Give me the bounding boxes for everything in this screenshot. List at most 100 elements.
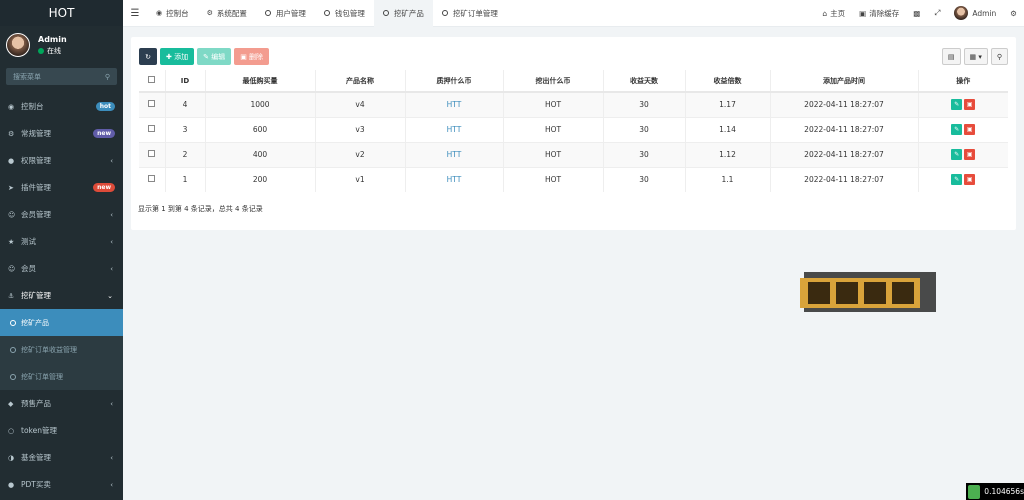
cell-multiplier: 1.1 (684, 166, 770, 192)
app-logo[interactable]: HOT (0, 0, 123, 26)
circle-icon (10, 373, 16, 380)
col-id[interactable]: ID (164, 70, 205, 93)
cell-product-name: v1 (314, 166, 405, 192)
chevron-left-icon: ‹ (110, 399, 113, 408)
col-multiplier[interactable]: 收益倍数 (684, 70, 770, 93)
refresh-button[interactable]: ↻ (139, 48, 157, 65)
delete-row-button[interactable]: ▣ (964, 174, 976, 186)
tag-icon: ◆ (8, 399, 14, 408)
col-min-buy[interactable]: 最低购买量 (204, 70, 315, 93)
col-days[interactable]: 收益天数 (602, 70, 685, 93)
cell-min-buy: 200 (204, 166, 315, 192)
pencil-icon: ✎ (203, 52, 212, 61)
cell-product-name: v3 (314, 116, 405, 142)
cell-stake-coin[interactable]: HTT (404, 141, 503, 167)
search-input[interactable]: 搜索菜单 (13, 72, 41, 82)
col-created[interactable]: 添加产品时间 (769, 70, 918, 93)
cell-created: 2022-04-11 18:27:07 (769, 166, 918, 192)
row-checkbox[interactable] (139, 166, 165, 192)
tab-system-config[interactable]: ⚙ 系统配置 (198, 0, 256, 27)
edit-row-button[interactable]: ✎ (951, 174, 963, 186)
tab-mining-order[interactable]: 挖矿订单管理 (433, 0, 507, 27)
delete-row-button[interactable]: ▣ (964, 149, 976, 160)
col-stake-coin[interactable]: 质押什么币 (404, 70, 503, 93)
tab-dashboard[interactable]: ◉ 控制台 (147, 0, 198, 27)
sidebar-item-test[interactable]: ★ 测试 ‹ (0, 228, 123, 255)
sidebar-item-general[interactable]: ⚙ 常规管理 new (0, 120, 123, 147)
cell-days: 30 (602, 91, 685, 117)
sidebar-item-plugin[interactable]: ➤ 插件管理 new (0, 174, 123, 201)
row-checkbox[interactable] (139, 141, 165, 167)
col-mine-coin[interactable]: 挖出什么币 (502, 70, 603, 93)
sidebar-item-fund[interactable]: ◑ 基金管理 ‹ (0, 444, 123, 471)
tab-wallet-manage[interactable]: 钱包管理 (315, 0, 374, 27)
sidebar-item-pdt-trade[interactable]: ● PDT买卖 ‹ (0, 471, 123, 498)
sidebar-item-token[interactable]: ○ token管理 (0, 417, 123, 444)
search-button[interactable]: ⚲ (990, 48, 1008, 65)
home-icon: ⌂ (822, 8, 828, 18)
tab-mining-product[interactable]: 挖矿产品 (373, 0, 433, 27)
cell-actions: ✎ ▣ (917, 166, 1008, 192)
edit-row-button[interactable]: ✎ (951, 124, 963, 135)
table-row: 1 200 v1 HTT HOT 30 1.1 2022-04-11 18:27… (139, 166, 1008, 192)
content-panel: ↻ ✚ 添加 ✎ 编辑 ▣ 删除 ▤ ▦ ▾ ⚲ ID 最低购买量 产品名称 质… (131, 37, 1016, 230)
cell-id: 4 (164, 91, 205, 117)
edit-row-button[interactable]: ✎ (951, 99, 963, 111)
sidebar-item-member[interactable]: ☺ 会员 ‹ (0, 255, 123, 282)
select-all-checkbox[interactable] (139, 70, 165, 93)
tab-user-manage[interactable]: 用户管理 (256, 0, 315, 27)
cell-min-buy: 400 (204, 141, 315, 167)
col-product-name[interactable]: 产品名称 (314, 70, 405, 93)
delete-button[interactable]: ▣ 删除 (234, 48, 270, 65)
cell-actions: ✎ ▣ (917, 141, 1008, 167)
group-icon: ● (8, 156, 15, 165)
settings-icon[interactable]: ⚙ (1003, 9, 1024, 18)
table-row: 4 1000 v4 HTT HOT 30 1.17 2022-04-11 18:… (139, 91, 1008, 117)
add-button[interactable]: ✚ 添加 (160, 48, 195, 65)
edit-row-button[interactable]: ✎ (951, 149, 963, 160)
home-button[interactable]: ⌂ 主页 (815, 8, 852, 19)
sidebar-item-mining-product[interactable]: 挖矿产品 (0, 309, 123, 336)
cell-stake-coin[interactable]: HTT (404, 116, 503, 142)
user-name: Admin (38, 34, 67, 44)
cell-created: 2022-04-11 18:27:07 (769, 116, 918, 142)
admin-menu[interactable]: Admin (947, 6, 1003, 20)
medal-icon: ★ (8, 237, 15, 246)
cell-days: 30 (602, 116, 685, 142)
cell-product-name: v4 (314, 91, 405, 117)
row-checkbox[interactable] (139, 116, 165, 142)
online-dot-icon (38, 47, 44, 54)
fullscreen-icon[interactable]: ⤢ (927, 8, 947, 18)
sidebar-item-presale[interactable]: ◆ 预售产品 ‹ (0, 390, 123, 417)
cell-stake-coin[interactable]: HTT (404, 91, 503, 117)
sidebar-item-mining-order[interactable]: 挖矿订单管理 (0, 363, 123, 390)
cell-id: 2 (164, 141, 205, 167)
sidebar-item-mining-order-income[interactable]: 挖矿订单收益管理 (0, 336, 123, 363)
cell-id: 3 (164, 116, 205, 142)
toggle-view-button[interactable]: ▤ (941, 48, 961, 65)
columns-button[interactable]: ▦ ▾ (963, 48, 988, 65)
search-icon[interactable]: ⚲ (105, 73, 110, 81)
cell-actions: ✎ ▣ (917, 116, 1008, 142)
sidebar-item-permission[interactable]: ● 权限管理 ‹ (0, 147, 123, 174)
delete-row-button[interactable]: ▣ (964, 124, 976, 135)
circle-icon (382, 10, 389, 16)
cell-stake-coin[interactable]: HTT (404, 166, 503, 192)
table-tools: ▤ ▦ ▾ ⚲ (939, 48, 1008, 65)
edit-button[interactable]: ✎ 编辑 (197, 48, 232, 65)
menu-toggle-icon[interactable]: ☰ (123, 8, 147, 19)
delete-row-button[interactable]: ▣ (964, 99, 976, 111)
chevron-left-icon: ‹ (110, 453, 113, 462)
sidebar-item-mining[interactable]: ⚓ 挖矿管理 ⌄ (0, 282, 123, 309)
sidebar: HOT Admin 在线 搜索菜单 ⚲ ◉ 控制台 hot ⚙ 常规管理 new ● 权限… (0, 0, 123, 500)
clear-cache-button[interactable]: ▣ 清除缓存 (852, 8, 906, 19)
sidebar-item-dashboard[interactable]: ◉ 控制台 hot (0, 93, 123, 120)
sidebar-search[interactable]: 搜索菜单 ⚲ (6, 68, 117, 85)
user-circle-icon: ☺ (8, 210, 16, 219)
chevron-left-icon: ‹ (110, 264, 113, 273)
row-checkbox[interactable] (139, 91, 165, 117)
circle-icon (264, 10, 271, 16)
sidebar-item-member-manage[interactable]: ☺ 会员管理 ‹ (0, 201, 123, 228)
language-icon[interactable]: ▩ (906, 9, 927, 18)
circle-icon (323, 10, 330, 16)
